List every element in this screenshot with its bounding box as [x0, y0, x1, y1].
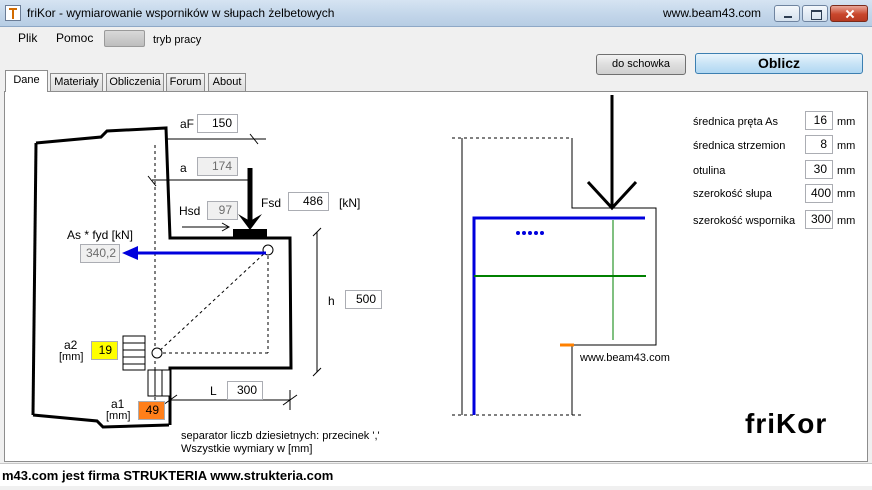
a1-label: a1: [111, 397, 125, 411]
l-label: L: [210, 384, 217, 398]
h-input[interactable]: 500: [345, 290, 382, 309]
bar-diameter-input[interactable]: 16: [805, 111, 833, 130]
stirrup-blocks: [122, 335, 171, 397]
param-unit: mm: [837, 116, 856, 128]
corbel-diagram: [31, 95, 657, 429]
a-field: 174: [197, 157, 238, 176]
fsd-label: Fsd: [261, 196, 282, 210]
l-input[interactable]: 300: [227, 381, 263, 400]
corbel-width-input[interactable]: 300: [805, 210, 833, 229]
node-circle: [151, 347, 163, 359]
units-note: Wszystkie wymiary w [mm]: [181, 443, 313, 455]
status-bar: m43.com jest firma STRUKTERIA www.strukt…: [0, 463, 872, 486]
diagram-watermark: www.beam43.com: [580, 352, 670, 364]
bearing-plate: [233, 229, 267, 239]
app-window: friKor - wymiarowanie wsporników w słupa…: [0, 0, 872, 490]
param-unit: mm: [837, 215, 856, 227]
param-unit: mm: [837, 165, 856, 177]
a1-unit: [mm]: [106, 410, 131, 422]
af-input[interactable]: 150: [197, 114, 238, 133]
tab-dane[interactable]: Dane: [5, 70, 48, 92]
as-fyd-field: 340,2: [80, 244, 120, 263]
brand-logo-text: friKor: [745, 408, 828, 439]
decimal-separator-note: separator liczb dziesietnych: przecinek …: [181, 430, 380, 442]
a2-label: a2: [64, 338, 78, 352]
as-fyd-label: As * fyd [kN]: [67, 228, 134, 242]
a2-unit: [mm]: [59, 351, 84, 363]
param-label: średnica strzemion: [693, 140, 786, 152]
hsd-label: Hsd: [179, 204, 201, 218]
param-unit: mm: [837, 140, 856, 152]
reinforcement-sketch: [452, 95, 657, 416]
af-label: aF: [180, 117, 195, 131]
a-label: a: [180, 161, 187, 175]
column-width-input[interactable]: 400: [805, 184, 833, 203]
rebar-dots: [516, 231, 544, 235]
hsd-field: 97: [207, 201, 238, 220]
h-label: h: [328, 294, 335, 308]
param-label: szerokość wspornika: [693, 215, 796, 227]
a1-field[interactable]: 49: [138, 401, 165, 420]
param-unit: mm: [837, 188, 856, 200]
fsd-input[interactable]: 486: [288, 192, 329, 211]
a2-field[interactable]: 19: [91, 341, 118, 360]
status-text: m43.com jest firma STRUKTERIA www.strukt…: [2, 468, 334, 483]
param-label: szerokość słupa: [693, 188, 772, 200]
cover-input[interactable]: 30: [805, 160, 833, 179]
param-label: średnica pręta As: [693, 116, 778, 128]
stirrup-diameter-input[interactable]: 8: [805, 135, 833, 154]
param-label: otulina: [693, 165, 726, 177]
fsd-unit: [kN]: [339, 196, 361, 210]
